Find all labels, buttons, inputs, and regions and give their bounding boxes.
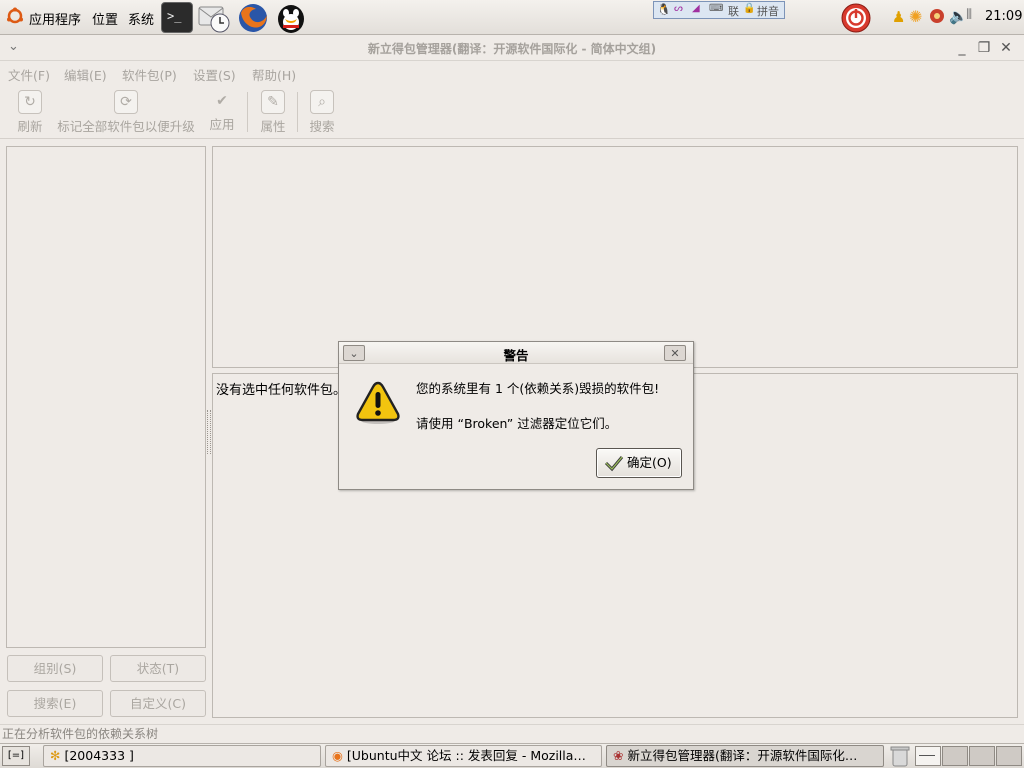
- taskbar-item-terminal[interactable]: ✻ [2004333 ]: [43, 745, 321, 767]
- status-bar: 正在分析软件包的依赖关系树: [0, 724, 1024, 743]
- system-menu[interactable]: 系统: [128, 9, 154, 28]
- clock[interactable]: 21:09: [985, 9, 1022, 24]
- fullwidth-icon[interactable]: ᔕ: [674, 3, 683, 14]
- search-results-button[interactable]: 搜索(E): [7, 690, 103, 717]
- section-list[interactable]: [6, 146, 206, 648]
- lock-icon[interactable]: 🔒: [743, 3, 755, 14]
- ubuntu-small-icon: ✻: [50, 748, 61, 763]
- checkmark-icon: ✔: [216, 93, 228, 109]
- softkeyboard-icon[interactable]: ⌨: [709, 3, 723, 14]
- mark-upgrades-label: 标记全部软件包以便升级: [57, 119, 195, 134]
- power-button-icon[interactable]: [840, 2, 872, 34]
- apply-label: 应用: [209, 117, 235, 132]
- menu-package[interactable]: 软件包(P): [122, 65, 177, 84]
- places-menu[interactable]: 位置: [92, 9, 118, 28]
- warning-icon: [356, 381, 400, 424]
- close-icon[interactable]: ✕: [997, 39, 1015, 57]
- pane-resize-handle[interactable]: [207, 410, 211, 454]
- workspace-2[interactable]: [942, 746, 968, 766]
- trash-icon[interactable]: [890, 745, 910, 767]
- ok-check-icon: [604, 456, 624, 472]
- firefox-launcher-icon[interactable]: [236, 1, 270, 35]
- terminal-launcher-icon[interactable]: >_: [161, 2, 193, 33]
- menu-help[interactable]: 帮助(H): [252, 65, 296, 84]
- menu-edit[interactable]: 编辑(E): [64, 65, 107, 84]
- network-icon[interactable]: [929, 8, 945, 24]
- volume-icon[interactable]: 🔈: [949, 7, 968, 25]
- qq-penguin-launcher-icon[interactable]: [274, 1, 308, 35]
- toolbar-separator: [297, 92, 298, 132]
- minimize-icon[interactable]: _: [953, 39, 971, 57]
- refresh-button[interactable]: ↻ 刷新: [14, 90, 46, 135]
- sections-button[interactable]: 组别(S): [7, 655, 103, 682]
- applications-menu[interactable]: 应用程序: [29, 9, 81, 28]
- no-package-selected-text: 没有选中任何软件包。: [216, 383, 347, 398]
- window-title: 新立得包管理器(翻译：开源软件国际化 - 简体中文组): [367, 42, 657, 56]
- ubuntu-logo-icon[interactable]: [6, 7, 24, 25]
- properties-button[interactable]: ✎ 属性: [257, 90, 289, 135]
- input-method-bar[interactable]: 🐧 ᔕ ◢ ⌨ 联 🔒 拼音: [653, 1, 785, 19]
- status-button[interactable]: 状态(T): [110, 655, 206, 682]
- search-button[interactable]: ⌕ 搜索: [306, 90, 338, 135]
- taskbar-item-label: [Ubuntu中文 论坛 :: 发表回复 - Mozilla…: [346, 748, 586, 763]
- toolbar-separator: [247, 92, 248, 132]
- dialog-title: 警告: [503, 348, 529, 363]
- taskbar-item-firefox[interactable]: ◉ [Ubuntu中文 论坛 :: 发表回复 - Mozilla…: [325, 745, 602, 767]
- punctuation-icon[interactable]: ◢: [692, 3, 700, 14]
- dialog-message-broken-filter: 请使用 “Broken” 过滤器定位它们。: [416, 416, 618, 431]
- refresh-label: 刷新: [17, 119, 43, 134]
- custom-filters-button[interactable]: 自定义(C): [110, 690, 206, 717]
- taskbar-item-label: 新立得包管理器(翻译：开源软件国际化…: [627, 748, 858, 763]
- ok-button[interactable]: 确定(O): [596, 448, 682, 478]
- taskbar-item-label: [2004333 ]: [64, 748, 134, 763]
- taskbar-item-synaptic[interactable]: ❀ 新立得包管理器(翻译：开源软件国际化…: [606, 745, 884, 767]
- properties-label: 属性: [260, 119, 286, 134]
- apply-button[interactable]: ✔ 应用: [206, 90, 238, 133]
- maximize-icon[interactable]: ❐: [975, 39, 993, 57]
- firefox-small-icon: ◉: [332, 748, 343, 763]
- refresh-icon: ↻: [18, 90, 42, 114]
- mail-clock-launcher-icon[interactable]: [197, 2, 231, 34]
- mark-upgrades-button[interactable]: ⟳ 标记全部软件包以便升级: [52, 90, 200, 135]
- workspace-4[interactable]: [996, 746, 1022, 766]
- package-list[interactable]: [212, 146, 1018, 368]
- workspace-1[interactable]: [915, 746, 941, 766]
- search-label: 搜索: [309, 119, 335, 134]
- ok-button-label: 确定(O): [627, 455, 672, 470]
- update-notifier-icon[interactable]: ✺: [909, 7, 922, 26]
- ime-pinyin-label[interactable]: 拼音: [757, 3, 779, 19]
- mark-upgrades-icon: ⟳: [114, 90, 138, 114]
- workspace-3[interactable]: [969, 746, 995, 766]
- dialog-close-icon[interactable]: ✕: [664, 345, 686, 361]
- tux-icon[interactable]: 🐧: [657, 3, 671, 16]
- menu-settings[interactable]: 设置(S): [193, 65, 236, 84]
- search-icon: ⌕: [310, 90, 334, 114]
- synaptic-small-icon: ❀: [613, 748, 624, 763]
- dialog-message-broken-count: 您的系统里有 1 个(依赖关系)毁损的软件包!: [416, 381, 660, 396]
- show-desktop-icon[interactable]: [=]: [2, 746, 30, 766]
- ime-lian-label[interactable]: 联: [728, 3, 739, 19]
- user-status-icon[interactable]: ♟: [892, 8, 905, 26]
- menu-file[interactable]: 文件(F): [8, 65, 50, 84]
- signal-icon[interactable]: ⦀: [966, 7, 972, 23]
- properties-icon: ✎: [261, 90, 285, 114]
